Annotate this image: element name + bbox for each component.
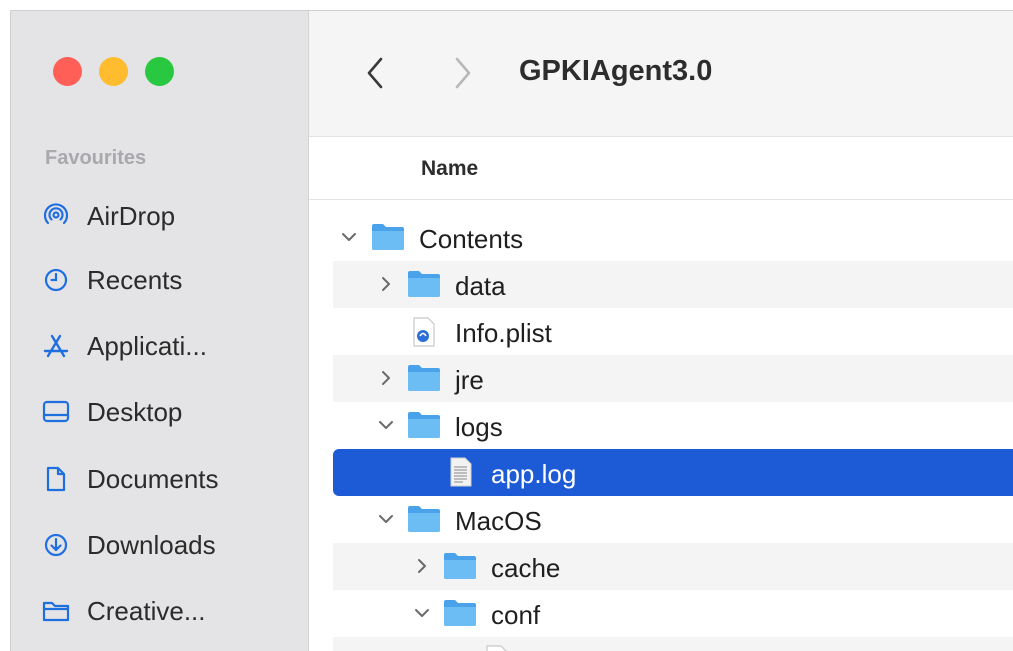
finder-window: Favourites AirDrop Recents Applicati... … (10, 10, 1013, 651)
folder-icon (408, 412, 440, 438)
sidebar-item-applications[interactable]: Applicati... (41, 326, 291, 366)
chevron-down-icon[interactable] (376, 415, 396, 435)
row-stripe (333, 543, 1013, 590)
column-header-label: Name (421, 157, 479, 180)
folder-icon (444, 600, 476, 626)
file-name: Info.plist (455, 318, 552, 348)
folder-icon (408, 271, 440, 297)
sidebar-item-creative[interactable]: Creative... (41, 591, 291, 631)
document-icon (41, 464, 71, 494)
file-row-data[interactable]: data (309, 261, 1013, 308)
file-row-cache[interactable]: cache (309, 543, 1013, 590)
minimize-button[interactable] (99, 57, 128, 86)
sidebar: Favourites AirDrop Recents Applicati... … (11, 11, 309, 651)
toolbar: GPKIAgent3.0 (309, 11, 1013, 137)
clock-icon (41, 265, 71, 295)
sidebar-item-recents[interactable]: Recents (41, 260, 291, 300)
chevron-down-icon[interactable] (412, 603, 432, 623)
sidebar-item-downloads[interactable]: Downloads (41, 525, 291, 565)
file-name: conf (491, 600, 541, 630)
zoom-button[interactable] (145, 57, 174, 86)
desktop-icon (41, 397, 71, 427)
favourites-heading: Favourites (45, 147, 147, 169)
main-pane: GPKIAgent3.0 Name Contents data Info.pli… (309, 11, 1013, 651)
forward-button[interactable] (447, 53, 477, 93)
window-title: GPKIAgent3.0 (519, 55, 713, 87)
sidebar-item-label: Creative... (87, 595, 206, 626)
sidebar-item-label: Recents (87, 264, 183, 295)
chevron-right-icon[interactable] (412, 556, 432, 576)
chevron-right-icon[interactable] (376, 368, 396, 388)
sidebar-item-label: Downloads (87, 529, 216, 560)
sidebar-item-label: Desktop (87, 396, 183, 427)
folder-icon (372, 224, 404, 250)
close-button[interactable] (53, 57, 82, 86)
name-column-header[interactable]: Name (309, 137, 1013, 200)
file-name: MacOS (455, 506, 542, 536)
chevron-right-icon (455, 57, 471, 89)
file-row-jre[interactable]: jre (309, 355, 1013, 402)
folder-icon (41, 596, 71, 626)
download-icon (41, 530, 71, 560)
file-name: Contents (419, 224, 524, 254)
file-row-info-plist[interactable]: Info.plist (309, 308, 1013, 355)
file-row-conf[interactable]: conf (309, 590, 1013, 637)
file-row-macos[interactable]: MacOS (309, 496, 1013, 543)
file-row-logs[interactable]: logs (309, 402, 1013, 449)
sidebar-item-desktop[interactable]: Desktop (41, 392, 291, 432)
folder-icon (444, 553, 476, 579)
chevron-left-icon (367, 57, 383, 89)
chevron-down-icon[interactable] (339, 227, 359, 247)
airdrop-icon (41, 201, 71, 231)
sidebar-item-documents[interactable]: Documents (41, 459, 291, 499)
file-row-app-log[interactable]: app.log (333, 449, 1013, 496)
file-name: app.log (491, 459, 577, 489)
sidebar-item-airdrop[interactable]: AirDrop (41, 196, 291, 236)
sidebar-item-label: AirDrop (87, 200, 176, 231)
file-list: Contents data Info.plist jre logs app.lo… (309, 214, 1013, 651)
plist-file-icon (413, 317, 435, 347)
sidebar-item-label: Applicati... (87, 330, 207, 361)
sidebar-item-label: Documents (87, 463, 219, 494)
file-row-partial[interactable] (309, 637, 1013, 651)
file-row-contents[interactable]: Contents (309, 214, 1013, 261)
file-name: jre (455, 365, 484, 395)
folder-icon (408, 365, 440, 391)
text-file-icon (450, 457, 472, 487)
file-icon (486, 645, 507, 651)
chevron-down-icon[interactable] (376, 509, 396, 529)
folder-icon (408, 506, 440, 532)
file-name: cache (491, 553, 561, 583)
file-name: data (455, 271, 506, 301)
row-stripe (333, 637, 1013, 651)
chevron-right-icon[interactable] (376, 274, 396, 294)
applications-icon (41, 331, 71, 361)
back-button[interactable] (361, 53, 391, 93)
file-name: logs (455, 412, 503, 442)
